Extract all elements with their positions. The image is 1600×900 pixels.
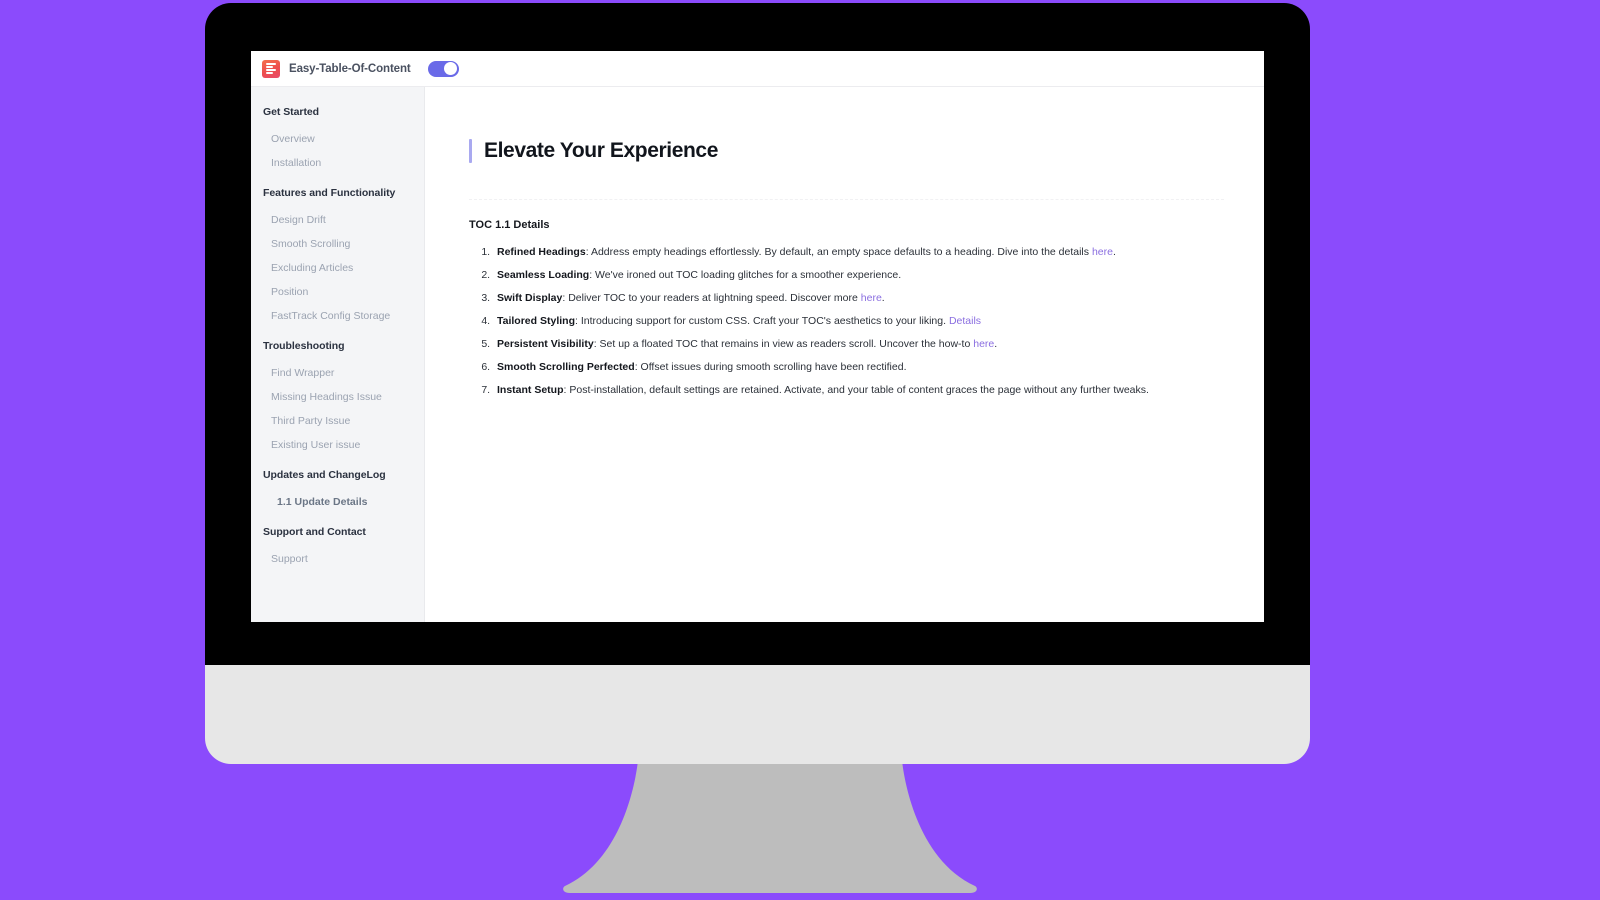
page-title: Elevate Your Experience — [484, 139, 718, 163]
sidebar-item-smooth-scrolling[interactable]: Smooth Scrolling — [251, 237, 424, 251]
monitor-illustration: Easy-Table-Of-Content Get Started Overvie… — [0, 0, 1600, 900]
sidebar-group: Updates and ChangeLog 1.1 Update Details — [251, 468, 424, 509]
sidebar-item-installation[interactable]: Installation — [251, 156, 424, 170]
feature-term: Refined Headings — [497, 246, 586, 259]
feature-term: Tailored Styling — [497, 315, 575, 328]
feature-link[interactable]: here — [1092, 246, 1113, 258]
monitor-chin — [205, 664, 1310, 764]
sidebar-item-overview[interactable]: Overview — [251, 132, 424, 146]
main-content: Elevate Your Experience TOC 1.1 Details … — [425, 87, 1264, 622]
sidebar-section-title: Troubleshooting — [263, 340, 345, 352]
title-divider — [469, 199, 1224, 201]
feature-list-item: Seamless Loading: We've ironed out TOC l… — [493, 268, 1224, 282]
feature-term: Seamless Loading — [497, 269, 590, 282]
feature-description: : Set up a floated TOC that remains in v… — [593, 338, 974, 351]
feature-description-tail: . — [1112, 246, 1116, 259]
sidebar-group: Support and Contact Support — [251, 525, 424, 566]
feature-description: : Offset issues during smooth scrolling … — [634, 361, 907, 374]
sidebar[interactable]: Get Started Overview Installation Features … — [251, 87, 425, 622]
app-screen: Easy-Table-Of-Content Get Started Overvie… — [251, 51, 1264, 622]
feature-description-tail: . — [881, 292, 885, 305]
sidebar-group: Troubleshooting Find Wrapper Missing Headi… — [251, 339, 424, 452]
feature-list-item: Persistent Visibility: Set up a floated … — [493, 337, 1224, 351]
sidebar-item-find-wrapper[interactable]: Find Wrapper — [251, 366, 424, 380]
feature-description: : Post-installation, default settings ar… — [563, 384, 1149, 397]
table-of-content-logo-icon — [262, 59, 280, 78]
brand-title: Easy-Table-Of-Content — [289, 62, 411, 75]
feature-term: Swift Display — [497, 292, 563, 305]
section-heading: TOC 1.1 Details — [469, 219, 550, 232]
sidebar-section-title: Updates and ChangeLog — [263, 469, 386, 481]
app-topbar: Easy-Table-Of-Content — [251, 51, 1264, 87]
sidebar-section-title: Support and Contact — [263, 526, 366, 538]
feature-term: Instant Setup — [497, 384, 564, 397]
feature-list-item: Instant Setup: Post-installation, defaul… — [493, 383, 1224, 397]
sidebar-section-title: Features and Functionality — [263, 187, 396, 199]
feature-list: Refined Headings: Address empty headings… — [469, 245, 1224, 397]
toggle-switch-on-icon[interactable] — [427, 60, 459, 77]
sidebar-item-excluding-articles[interactable]: Excluding Articles — [251, 261, 424, 275]
sidebar-item-existing-user-issue[interactable]: Existing User issue — [251, 438, 424, 452]
page-title-accent-bar — [469, 139, 472, 164]
sidebar-section-title: Get Started — [263, 106, 320, 118]
sidebar-group: Features and Functionality Design Drift Sm… — [251, 186, 424, 323]
sidebar-item-position[interactable]: Position — [251, 285, 424, 299]
feature-list-item: Tailored Styling: Introducing support fo… — [493, 314, 1224, 328]
app-body: Get Started Overview Installation Features … — [251, 87, 1264, 622]
feature-link[interactable]: here — [973, 338, 994, 350]
sidebar-item-fasttrack-config-storage[interactable]: FastTrack Config Storage — [251, 309, 424, 323]
monitor-stand — [563, 760, 977, 893]
sidebar-group: Get Started Overview Installation — [251, 105, 424, 170]
sidebar-item-1-1-update-details[interactable]: 1.1 Update Details — [251, 495, 424, 509]
feature-description: : Deliver TOC to your readers at lightni… — [562, 292, 861, 305]
page-title-row: Elevate Your Experience — [469, 125, 1224, 177]
feature-list-item: Smooth Scrolling Perfected: Offset issue… — [493, 360, 1224, 374]
sidebar-item-missing-headings-issue[interactable]: Missing Headings Issue — [251, 390, 424, 404]
feature-list-item: Refined Headings: Address empty headings… — [493, 245, 1224, 259]
feature-link[interactable]: Details — [949, 315, 981, 327]
feature-description: : Introducing support for custom CSS. Cr… — [574, 315, 949, 328]
sidebar-item-design-drift[interactable]: Design Drift — [251, 213, 424, 227]
feature-description: : Address empty headings effortlessly. B… — [585, 246, 1092, 259]
sidebar-item-support[interactable]: Support — [251, 552, 424, 566]
feature-term: Persistent Visibility — [497, 338, 594, 351]
feature-link[interactable]: here — [861, 292, 882, 304]
sidebar-item-third-party-issue[interactable]: Third Party Issue — [251, 414, 424, 428]
toggle-knob — [444, 62, 458, 75]
feature-description: : We've ironed out TOC loading glitches … — [589, 269, 902, 282]
feature-list-item: Swift Display: Deliver TOC to your reade… — [493, 291, 1224, 305]
feature-term: Smooth Scrolling Perfected — [497, 361, 635, 374]
feature-description-tail: . — [994, 338, 998, 351]
